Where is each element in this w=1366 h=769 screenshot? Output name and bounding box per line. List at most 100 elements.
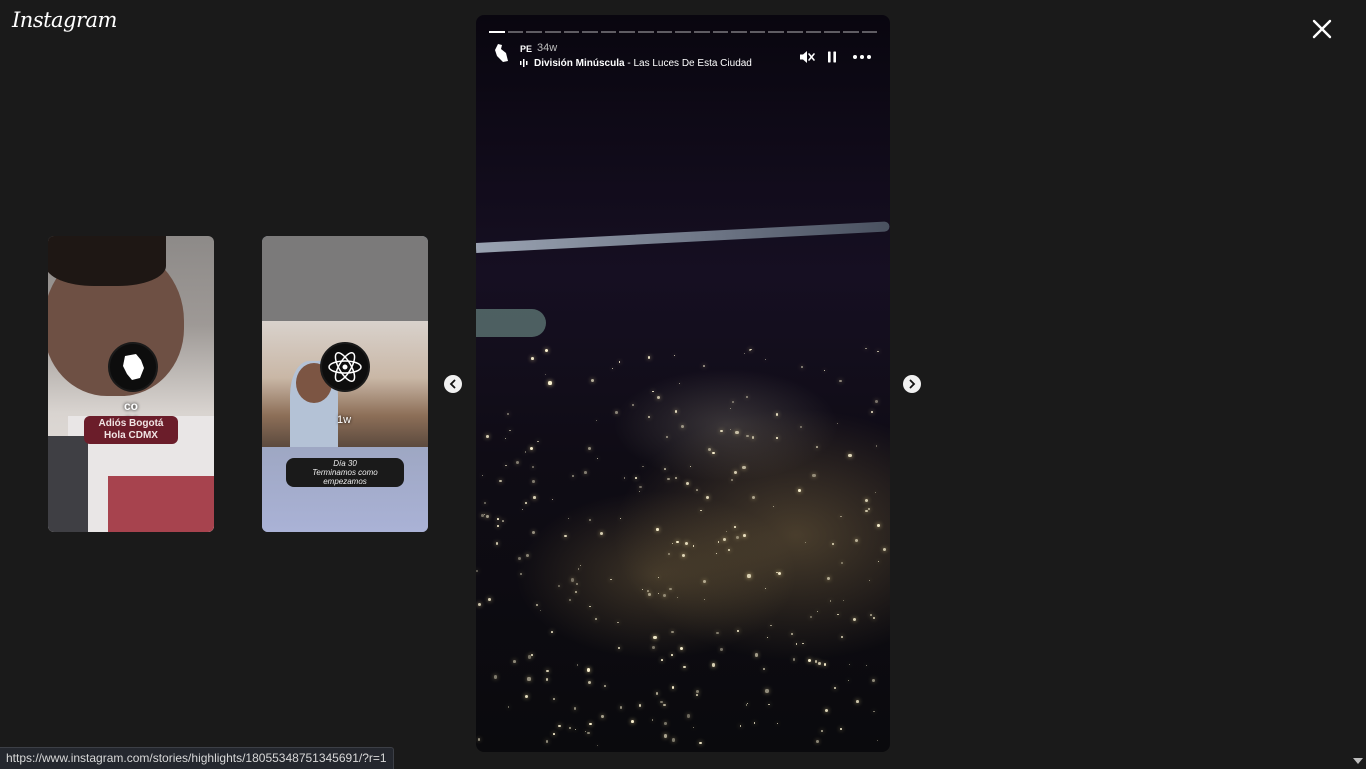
city-light xyxy=(807,659,811,663)
city-light xyxy=(776,722,778,725)
city-light xyxy=(824,709,828,713)
city-light xyxy=(577,664,579,666)
muted-speaker-icon[interactable] xyxy=(798,48,816,66)
city-light xyxy=(504,438,507,440)
city-light xyxy=(663,594,667,598)
city-light xyxy=(530,357,534,361)
city-light xyxy=(495,541,499,545)
city-light xyxy=(703,580,707,584)
city-light xyxy=(872,710,875,713)
city-light xyxy=(481,474,483,477)
city-light xyxy=(638,704,642,708)
city-light xyxy=(618,361,621,363)
city-light xyxy=(601,715,604,718)
city-light xyxy=(681,424,685,429)
city-light xyxy=(686,482,690,486)
city-light xyxy=(865,664,867,667)
avatar xyxy=(320,342,370,392)
city-light xyxy=(652,391,654,393)
city-light xyxy=(869,580,871,582)
next-story-button[interactable] xyxy=(903,375,921,393)
progress-segment xyxy=(544,31,561,33)
city-light xyxy=(872,679,876,683)
city-light xyxy=(524,694,528,698)
city-light xyxy=(728,549,731,552)
pill-line: Día 30 xyxy=(333,459,357,468)
city-light xyxy=(696,694,698,696)
city-light xyxy=(505,464,507,467)
more-icon[interactable] xyxy=(851,48,873,66)
city-light xyxy=(696,689,700,693)
instagram-logo[interactable]: Instagram xyxy=(12,8,117,32)
story-preview-card-2[interactable]: 1w Día 30 Terminamos como empezamos xyxy=(262,236,428,532)
city-light xyxy=(656,395,660,400)
city-light xyxy=(642,465,644,468)
city-light xyxy=(689,465,692,467)
city-light xyxy=(610,578,612,580)
city-light xyxy=(737,630,739,632)
city-light xyxy=(748,348,751,352)
city-light xyxy=(647,356,651,359)
city-light xyxy=(814,660,817,663)
preview-image-detail xyxy=(108,476,214,532)
city-light xyxy=(677,596,679,599)
previous-story-button[interactable] xyxy=(444,375,462,393)
progress-segment xyxy=(489,31,505,33)
city-light xyxy=(699,741,703,745)
city-light xyxy=(874,491,876,494)
page-scrollbar[interactable] xyxy=(1351,0,1366,768)
city-light xyxy=(573,707,577,710)
city-light xyxy=(579,565,582,567)
story-music-label[interactable]: División Minúscula - Las Luces De Esta C… xyxy=(534,58,752,69)
city-light xyxy=(585,730,587,732)
city-light xyxy=(674,477,677,480)
city-light xyxy=(546,669,549,673)
city-light xyxy=(476,570,479,573)
city-light xyxy=(552,698,555,701)
city-light xyxy=(524,450,527,453)
city-light xyxy=(853,617,857,621)
city-light xyxy=(681,553,686,558)
city-light xyxy=(818,661,822,665)
city-light xyxy=(747,574,751,578)
city-light xyxy=(877,524,881,528)
city-light xyxy=(816,445,819,448)
city-light xyxy=(558,584,560,587)
progress-segment xyxy=(638,31,654,33)
story-preview-card-1[interactable]: co 6d Adiós Bogotá Hola CDMX xyxy=(48,236,214,532)
progress-segment xyxy=(787,31,803,33)
city-light xyxy=(815,740,819,743)
city-light xyxy=(671,654,673,656)
city-light xyxy=(706,495,710,499)
city-light xyxy=(652,719,654,721)
city-light xyxy=(617,646,620,650)
city-light xyxy=(729,429,732,431)
city-light xyxy=(827,576,831,580)
audio-bars-icon xyxy=(520,59,528,67)
city-light xyxy=(751,436,754,439)
city-light xyxy=(765,689,769,693)
city-light xyxy=(587,681,591,685)
city-light xyxy=(773,505,775,507)
city-light xyxy=(841,636,844,638)
city-light xyxy=(594,617,598,621)
story-username[interactable]: PE xyxy=(520,44,532,54)
scroll-down-arrow-icon[interactable] xyxy=(1353,758,1363,764)
city-light xyxy=(734,471,738,475)
city-light xyxy=(486,434,489,438)
close-icon[interactable] xyxy=(1309,16,1335,42)
progress-segment xyxy=(712,31,729,33)
city-light xyxy=(874,399,878,403)
city-light xyxy=(842,599,844,601)
city-light xyxy=(753,722,755,724)
city-light xyxy=(515,460,519,464)
peru-map-icon[interactable] xyxy=(489,41,513,65)
story-sticker: Adiós Bogotá Hola CDMX xyxy=(84,416,178,444)
city-light xyxy=(665,435,668,438)
pause-icon[interactable] xyxy=(823,48,841,66)
story-viewer[interactable]: PE 34w División Minúscula - Las Luces De… xyxy=(476,15,890,752)
city-light xyxy=(588,722,592,726)
music-track: Las Luces De Esta Ciudad xyxy=(633,58,752,69)
preview-image xyxy=(262,236,428,321)
city-light xyxy=(790,633,794,636)
